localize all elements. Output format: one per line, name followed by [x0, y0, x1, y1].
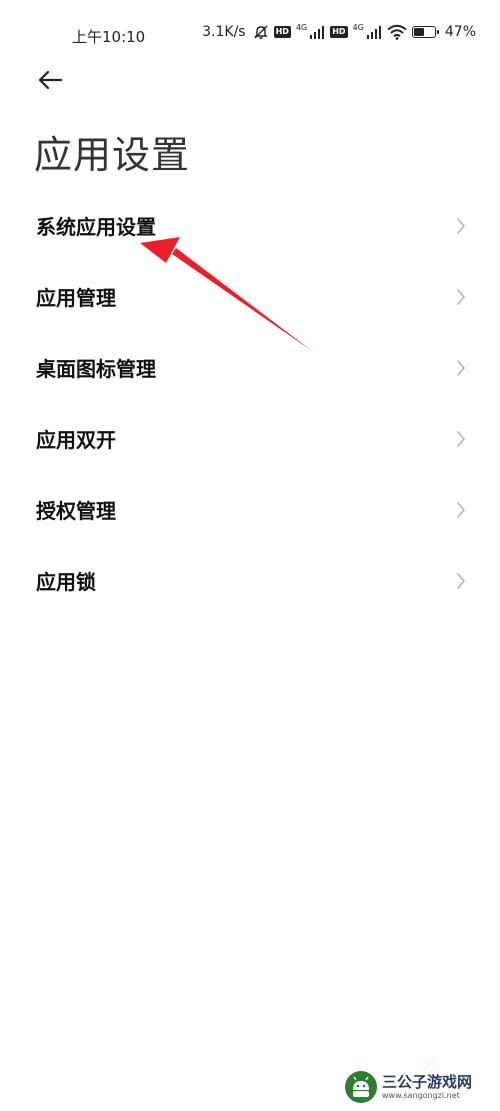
menu-item-app-management[interactable]: 应用管理 — [0, 261, 500, 332]
menu-item-system-app-settings[interactable]: 系统应用设置 — [0, 190, 500, 261]
network-speed: 3.1K/s — [202, 24, 246, 40]
menu-item-permissions[interactable]: 授权管理 — [0, 474, 500, 545]
wifi-icon — [387, 24, 407, 40]
back-button[interactable] — [30, 64, 70, 100]
menu-item-label: 应用管理 — [36, 286, 116, 310]
battery-icon — [411, 26, 439, 38]
site-watermark: 三公子游戏网 www.sangongzi.net — [344, 1067, 494, 1107]
watermark-text: 三公子游戏网 www.sangongzi.net — [382, 1073, 472, 1101]
android-robot-logo-icon — [344, 1070, 378, 1104]
sim1-network-type: 4G — [295, 23, 308, 32]
page-title: 应用设置 — [34, 133, 191, 177]
menu-item-label: 桌面图标管理 — [36, 357, 156, 381]
signal-sim2-icon — [366, 25, 382, 39]
menu-item-label: 应用双开 — [36, 428, 116, 452]
chevron-right-icon — [454, 571, 468, 591]
hd-badge-sim1: HD — [273, 26, 291, 38]
status-bar: 上午10:10 3.1K/s HD 4G HD 4G 47% — [0, 0, 500, 70]
settings-menu: 系统应用设置 应用管理 桌面图标管理 应用双开 授权管理 应用锁 — [0, 190, 500, 616]
chevron-right-icon — [454, 358, 468, 378]
menu-item-app-lock[interactable]: 应用锁 — [0, 545, 500, 616]
sim2-network-type: 4G — [352, 23, 364, 32]
status-time: 上午10:10 — [72, 28, 146, 46]
hd-badge-sim2: HD — [330, 26, 348, 38]
arrow-left-icon — [37, 70, 63, 94]
status-indicators: 3.1K/s HD 4G HD 4G 47% — [202, 23, 476, 41]
chevron-right-icon — [454, 216, 468, 236]
battery-level-fill — [413, 28, 425, 36]
chevron-right-icon — [454, 287, 468, 307]
chevron-right-icon — [454, 429, 468, 449]
chevron-right-icon — [454, 500, 468, 520]
menu-item-label: 应用锁 — [36, 570, 96, 594]
mute-icon — [253, 24, 269, 40]
menu-item-dual-apps[interactable]: 应用双开 — [0, 403, 500, 474]
watermark-title: 三公子游戏网 — [382, 1073, 473, 1091]
menu-item-desktop-icon-management[interactable]: 桌面图标管理 — [0, 332, 500, 403]
menu-item-label: 系统应用设置 — [36, 215, 156, 239]
menu-item-label: 授权管理 — [36, 499, 116, 523]
battery-percent: 47% — [444, 24, 476, 40]
signal-sim1-icon — [309, 25, 325, 39]
watermark-url: www.sangongzi.net — [382, 1091, 460, 1100]
